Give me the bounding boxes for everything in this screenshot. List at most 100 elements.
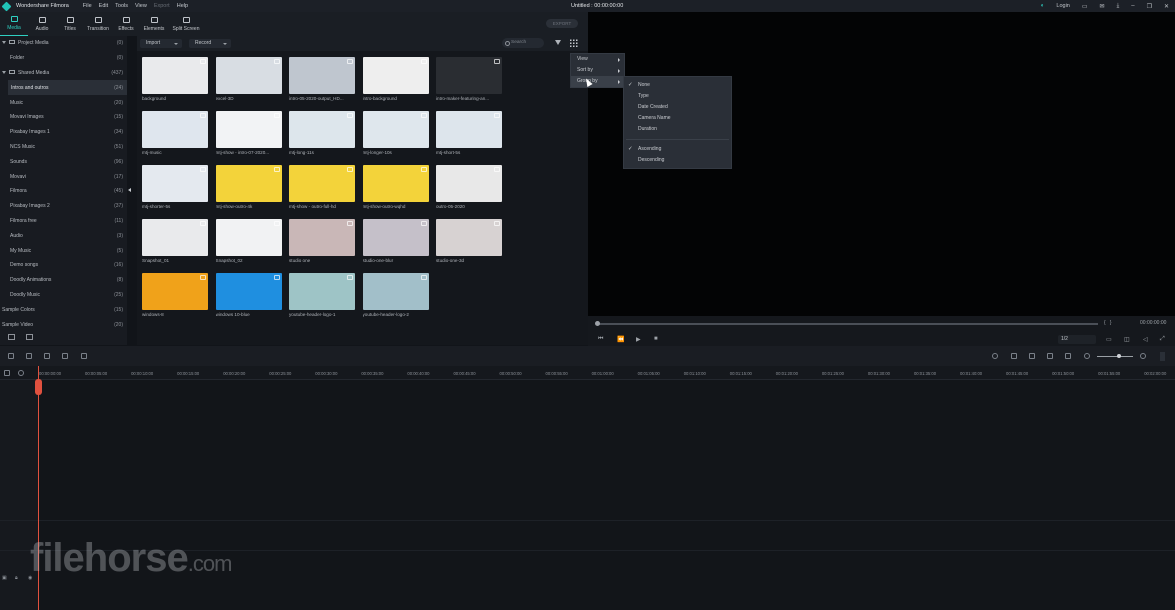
playhead-handle[interactable] <box>35 379 42 395</box>
new-folder-icon[interactable] <box>8 334 15 340</box>
track-lock-icon[interactable]: 🔒︎ <box>15 575 18 581</box>
download-icon[interactable]: ⤓ <box>1117 3 1120 10</box>
media-tile[interactable]: excel-3D <box>215 57 282 101</box>
sidebar-item[interactable]: Pixabay Images 1 (34) <box>0 125 127 140</box>
media-tile[interactable]: mtj-shorter-5s <box>142 165 208 209</box>
link-icon[interactable] <box>18 370 24 376</box>
sidebar-item[interactable]: Filmora (45) <box>0 184 127 199</box>
track-video-icon[interactable]: ▣ <box>2 575 7 581</box>
login-link[interactable]: Login <box>1056 3 1069 9</box>
media-tile[interactable]: mtj-show-outro-4k <box>215 165 282 209</box>
menu-item-sort-by[interactable]: Sort by <box>571 65 624 76</box>
media-thumbnail[interactable] <box>289 57 355 94</box>
menu-tools[interactable]: Tools <box>115 3 128 9</box>
mail-icon[interactable]: ✉ <box>1100 3 1105 10</box>
expand-caret-icon[interactable] <box>2 70 6 74</box>
media-thumbnail[interactable] <box>436 165 502 202</box>
media-thumbnail[interactable] <box>362 57 429 94</box>
media-thumbnail[interactable] <box>362 165 429 202</box>
zoom-slider[interactable] <box>1097 356 1133 357</box>
media-tile[interactable]: studio-one-3d <box>436 219 502 263</box>
menu-file[interactable]: File <box>83 3 92 9</box>
grid-view-icon[interactable] <box>570 39 578 47</box>
tab-media[interactable]: Media <box>0 12 28 36</box>
adjust-icon[interactable] <box>81 353 87 359</box>
add-track-icon[interactable] <box>4 370 10 376</box>
stop-icon[interactable]: ■ <box>654 336 658 342</box>
group-none[interactable]: None <box>624 80 731 91</box>
sidebar-item[interactable]: Filmora free (11) <box>0 214 127 229</box>
media-thumbnail[interactable] <box>215 165 282 202</box>
media-thumbnail[interactable] <box>362 273 429 310</box>
snapshot-icon[interactable]: ◫ <box>1124 336 1130 343</box>
menu-edit[interactable]: Edit <box>99 3 108 9</box>
zoom-slider-handle[interactable] <box>1117 354 1121 358</box>
scrubber-handle[interactable] <box>595 321 600 326</box>
sidebar-item[interactable]: Folder (0) <box>0 51 127 66</box>
media-thumbnail[interactable] <box>289 111 355 148</box>
media-thumbnail[interactable] <box>142 111 208 148</box>
sidebar-item[interactable]: Movavi (17) <box>0 169 127 184</box>
group-type[interactable]: Type <box>624 91 731 102</box>
tab-elements[interactable]: Elements <box>140 12 168 36</box>
search-input[interactable]: Search <box>502 38 544 48</box>
media-tile[interactable]: mtj-long-11s <box>289 111 355 155</box>
media-tile[interactable]: intro-05-2020-output_HD... <box>289 57 355 101</box>
tab-effects[interactable]: Effects <box>112 12 140 36</box>
tab-split-screen[interactable]: Split Screen <box>168 12 204 36</box>
delete-folder-icon[interactable] <box>26 334 33 340</box>
sidebar-item[interactable]: Doodly Music (25) <box>0 288 127 303</box>
media-thumbnail[interactable] <box>142 273 208 310</box>
media-tile[interactable]: background <box>142 57 208 101</box>
minimize-icon[interactable]: – <box>1131 3 1134 9</box>
sidebar-item[interactable]: Audio (3) <box>0 228 127 243</box>
media-tile[interactable]: youtube-header-logo-2 <box>362 273 429 317</box>
media-tile[interactable]: Snapshot_01 <box>142 219 208 263</box>
sidebar-item[interactable]: Project Media (0) <box>0 36 127 51</box>
media-thumbnail[interactable] <box>436 219 502 256</box>
menu-item-group-by[interactable]: Group by <box>571 76 624 87</box>
sidebar-item[interactable]: Shared Media (437) <box>0 66 127 81</box>
preview-scrubber[interactable] <box>597 323 1098 325</box>
media-thumbnail[interactable] <box>289 273 355 310</box>
rewind-icon[interactable]: ⏪ <box>617 336 624 343</box>
sidebar-item[interactable]: Sample Video (20) <box>0 317 127 332</box>
media-tile[interactable]: mtj-longer-10s <box>362 111 429 155</box>
media-thumbnail[interactable] <box>362 111 429 148</box>
collapse-sidebar-icon[interactable] <box>128 188 131 192</box>
media-thumbnail[interactable] <box>215 219 282 256</box>
media-tile[interactable]: mtj-short-5s <box>436 111 502 155</box>
order-descending[interactable]: Descending <box>624 155 731 166</box>
media-thumbnail[interactable] <box>142 57 208 94</box>
play-icon[interactable]: ▶ <box>636 336 641 343</box>
filter-icon[interactable] <box>555 40 561 45</box>
order-ascending[interactable]: Ascending <box>624 144 731 155</box>
save-icon[interactable]: ▭ <box>1082 3 1088 10</box>
menu-export[interactable]: Export <box>154 3 170 9</box>
media-thumbnail[interactable] <box>215 273 282 310</box>
group-duration[interactable]: Duration <box>624 124 731 135</box>
monitor-icon[interactable]: ▭ <box>1106 336 1112 343</box>
menu-help[interactable]: Help <box>177 3 188 9</box>
export-button[interactable]: EXPORT <box>546 19 578 28</box>
restore-icon[interactable]: ❐ <box>1147 3 1152 10</box>
tab-titles[interactable]: Titles <box>56 12 84 36</box>
media-tile[interactable]: mtj-show - outro-full-hd <box>289 165 355 209</box>
sidebar-item[interactable]: Intros and outros (24) <box>8 80 127 96</box>
media-tile[interactable]: studio-one-blur <box>362 219 429 263</box>
subtitle-icon[interactable] <box>1065 353 1071 359</box>
sidebar-item[interactable]: Pixabay Images 2 (37) <box>0 199 127 214</box>
import-dropdown[interactable]: Import <box>140 39 182 48</box>
media-tile[interactable]: windows 10-blue <box>215 273 282 317</box>
pause-toggle[interactable] <box>1160 352 1165 361</box>
record-dropdown[interactable]: Record <box>189 39 231 48</box>
zoom-in-icon[interactable] <box>1140 353 1146 359</box>
media-tile[interactable]: windows-8 <box>142 273 208 317</box>
undo-icon[interactable] <box>8 353 14 359</box>
media-thumbnail[interactable] <box>362 219 429 256</box>
tab-transition[interactable]: Transition <box>84 12 112 36</box>
prev-frame-icon[interactable]: ⏮ <box>598 336 603 343</box>
close-icon[interactable]: ✕ <box>1164 3 1169 10</box>
menu-item-view[interactable]: View <box>571 54 624 65</box>
media-thumbnail[interactable] <box>142 165 208 202</box>
